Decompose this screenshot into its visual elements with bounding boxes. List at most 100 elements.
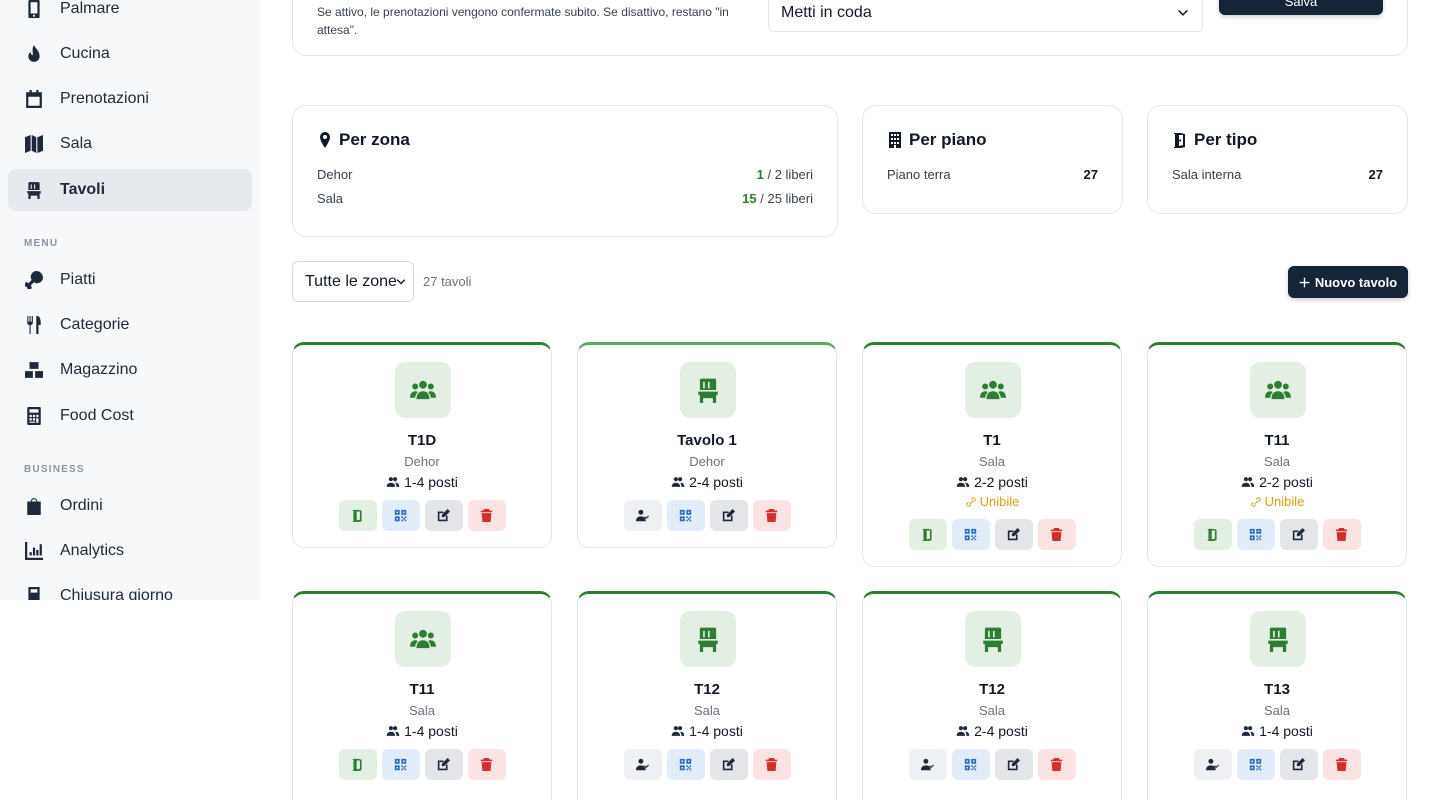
sidebar-item-food-cost[interactable]: Food Cost <box>8 395 252 437</box>
table-name: T1 <box>983 432 1001 449</box>
table-name: T12 <box>979 681 1005 698</box>
edit-table-button[interactable] <box>709 749 748 780</box>
edit-icon <box>722 509 735 522</box>
delete-table-button[interactable] <box>752 500 791 531</box>
table-actions <box>863 749 1121 780</box>
sidebar-item-label: Sala <box>60 135 93 152</box>
qr-code-icon <box>394 758 407 771</box>
stats-by-type-title: Per tipo <box>1172 130 1257 150</box>
table-seats: 1-4 posti <box>293 474 551 490</box>
sidebar-item-categorie[interactable]: Categorie <box>8 304 252 346</box>
table-seats-text: 2-2 posti <box>974 474 1028 490</box>
qr-code-button[interactable] <box>1236 519 1275 550</box>
delete-table-button[interactable] <box>467 500 506 531</box>
assign-table-button[interactable] <box>1193 519 1232 550</box>
delete-table-button[interactable] <box>1037 519 1076 550</box>
link-icon <box>1250 496 1261 507</box>
delete-table-button[interactable] <box>1037 749 1076 780</box>
trash-icon <box>765 758 778 771</box>
table-seats-text: 1-4 posti <box>1259 723 1313 739</box>
table-card[interactable]: T11 Sala 2-2 posti Unibile <box>1147 342 1407 567</box>
edit-table-button[interactable] <box>1279 749 1318 780</box>
qr-code-button[interactable] <box>951 749 990 780</box>
link-icon <box>965 496 976 507</box>
building-icon <box>889 132 901 148</box>
table-count: 27 tavoli <box>423 274 472 289</box>
sidebar-item-label: Magazzino <box>60 361 138 378</box>
stat-row: Sala interna 27 <box>1172 167 1383 182</box>
edit-table-button[interactable] <box>994 519 1033 550</box>
table-card[interactable]: T12 Sala 1-4 posti <box>577 591 837 800</box>
sidebar-item-magazzino[interactable]: Magazzino <box>8 349 252 391</box>
table-card[interactable]: Tavolo 1 Dehor 2-4 posti <box>577 342 837 548</box>
qr-code-button[interactable] <box>1236 749 1275 780</box>
zone-filter-select[interactable]: Tutte le zone <box>292 261 414 302</box>
sidebar-item-analytics[interactable]: Analytics <box>8 530 252 572</box>
seat-customer-button[interactable] <box>908 749 947 780</box>
qr-code-icon <box>1249 528 1262 541</box>
table-icon <box>1250 362 1306 418</box>
stat-label: Sala <box>317 191 344 206</box>
users-icon <box>386 726 400 736</box>
qr-code-button[interactable] <box>666 500 705 531</box>
qr-code-button[interactable] <box>951 519 990 550</box>
sidebar-item-prenotazioni[interactable]: Prenotazioni <box>8 78 252 120</box>
sidebar-item-piatti[interactable]: Piatti <box>8 259 252 301</box>
delete-table-button[interactable] <box>1322 519 1361 550</box>
table-seats: 2-2 posti <box>863 474 1121 490</box>
qr-code-icon <box>679 509 692 522</box>
sidebar-item-chiusura-giorno[interactable]: Chiusura giorno <box>8 575 252 600</box>
qr-code-icon <box>964 758 977 771</box>
stat-value: 27 <box>1083 167 1098 182</box>
seat-customer-button[interactable] <box>1193 749 1232 780</box>
edit-table-button[interactable] <box>424 749 463 780</box>
edit-table-button[interactable] <box>709 500 748 531</box>
seat-customer-button[interactable] <box>623 500 662 531</box>
trash-icon <box>765 509 778 522</box>
table-card[interactable]: T11 Sala 1-4 posti <box>292 591 552 800</box>
table-icon <box>395 611 451 667</box>
sidebar-item-ordini[interactable]: Ordini <box>8 485 252 527</box>
delete-table-button[interactable] <box>1322 749 1361 780</box>
sidebar-item-tavoli[interactable]: Tavoli <box>8 169 252 211</box>
sidebar-item-cucina[interactable]: Cucina <box>8 33 252 75</box>
edit-table-button[interactable] <box>424 500 463 531</box>
new-table-button[interactable]: Nuovo tavolo <box>1288 266 1408 298</box>
door-open-icon <box>352 758 362 771</box>
edit-table-button[interactable] <box>1279 519 1318 550</box>
table-card[interactable]: T12 Sala 2-4 posti <box>862 591 1122 800</box>
qr-code-button[interactable] <box>381 500 420 531</box>
edit-table-button[interactable] <box>994 749 1033 780</box>
table-icon <box>680 611 736 667</box>
table-card[interactable]: T1 Sala 2-2 posti Unibile <box>862 342 1122 567</box>
door-open-icon <box>1174 133 1185 148</box>
qr-code-button[interactable] <box>381 749 420 780</box>
assign-table-button[interactable] <box>338 500 377 531</box>
sidebar-item-sala[interactable]: Sala <box>8 123 252 165</box>
delete-table-button[interactable] <box>752 749 791 780</box>
table-actions <box>1148 519 1406 550</box>
assign-table-button[interactable] <box>908 519 947 550</box>
stats-by-floor-title-text: Per piano <box>909 130 987 149</box>
mergeable-text: Unibile <box>1264 494 1305 509</box>
save-button[interactable]: Salva <box>1219 0 1383 15</box>
stat-total: / 2 liberi <box>763 167 813 182</box>
table-icon <box>680 362 736 418</box>
stat-label: Piano terra <box>887 167 951 182</box>
sidebar-item-palmare[interactable]: Palmare <box>8 0 252 30</box>
sidebar-item-label: Chiusura giorno <box>60 587 173 600</box>
stats-by-zone-title: Per zona <box>317 130 410 150</box>
table-name: Tavolo 1 <box>677 432 737 449</box>
delete-table-button[interactable] <box>467 749 506 780</box>
qr-code-button[interactable] <box>666 749 705 780</box>
booking-mode-select[interactable]: Metti in coda <box>768 0 1203 32</box>
table-icon <box>965 362 1021 418</box>
seat-customer-button[interactable] <box>623 749 662 780</box>
user-check-icon <box>636 758 649 771</box>
assign-table-button[interactable] <box>338 749 377 780</box>
table-card[interactable]: T13 Sala 1-4 posti <box>1147 591 1407 800</box>
table-card[interactable]: T1D Dehor 1-4 posti <box>292 342 552 548</box>
chevron-down-icon <box>396 279 406 285</box>
stat-free-count: 1 <box>756 167 764 182</box>
stats-by-type-card: Per tipo Sala interna 27 <box>1147 105 1408 214</box>
